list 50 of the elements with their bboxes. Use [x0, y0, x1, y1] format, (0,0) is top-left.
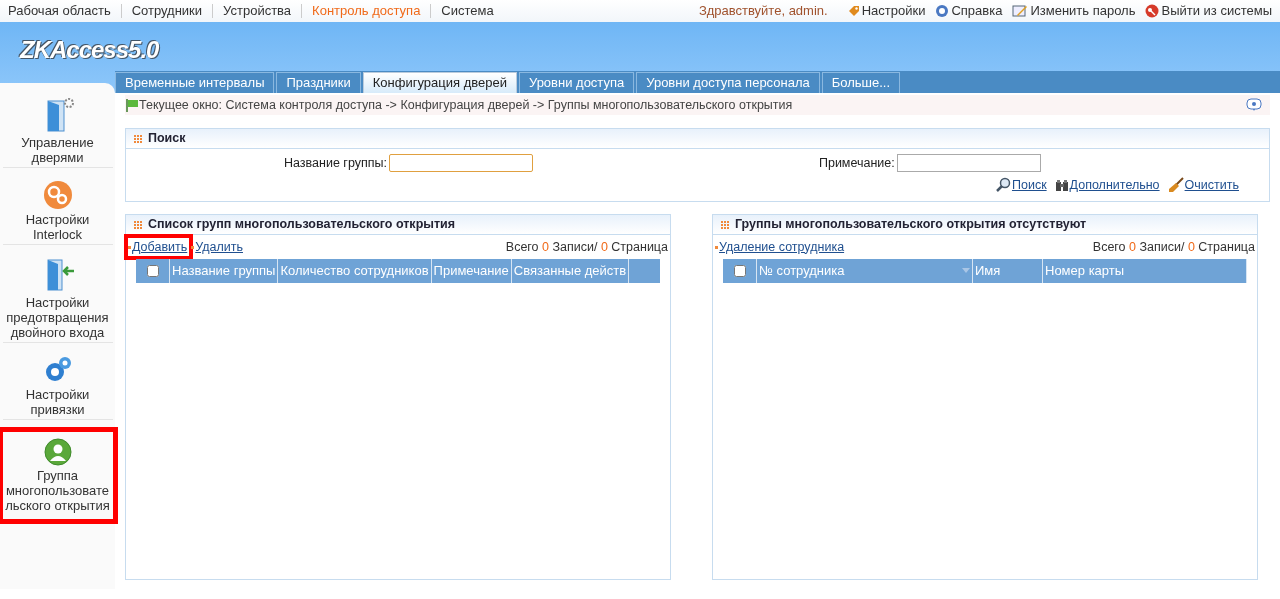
- sort-icon: [962, 268, 970, 274]
- input-field[interactable]: [388, 154, 533, 173]
- action-link[interactable]: Удалить: [191, 237, 243, 257]
- record-count: Всего 0 Записи/ 0 Страница: [505, 238, 668, 256]
- binoculars-icon: [1054, 178, 1069, 192]
- tab[interactable]: Временные интервалы: [115, 72, 275, 93]
- broom-icon: [1167, 177, 1184, 194]
- logo: ZKAccess5.0: [20, 35, 159, 65]
- grip-icon: [721, 220, 729, 229]
- menu-item[interactable]: Сотрудники: [127, 1, 207, 21]
- sidebar-item[interactable]: Настройки привязки: [2, 355, 113, 420]
- search-link[interactable]: Очистить: [1167, 175, 1239, 195]
- header-link[interactable]: Выйти из системы: [1145, 1, 1272, 21]
- sidebar-item[interactable]: Управление дверями: [2, 97, 113, 168]
- tab[interactable]: Конфигурация дверей: [362, 72, 517, 93]
- user-icon: [43, 438, 72, 466]
- sidebar-item[interactable]: Настройки предотвращения двойного входа: [2, 257, 113, 343]
- search-link[interactable]: Дополнительно: [1054, 175, 1160, 195]
- sidebar-item[interactable]: Настройки Interlock: [2, 180, 113, 245]
- header-link[interactable]: Изменить пароль: [1012, 1, 1136, 21]
- panel-title: Группы многопользовательского открытия отсутствуют: [735, 216, 1087, 234]
- record-count: Всего 0 Записи/ 0 Страница: [1092, 238, 1255, 256]
- flag-icon: [125, 98, 139, 112]
- menu-item[interactable]: Система: [437, 1, 498, 21]
- checkbox[interactable]: [146, 265, 159, 277]
- grip-icon: [134, 220, 142, 229]
- header-link[interactable]: Настройки: [847, 1, 926, 21]
- input-field[interactable]: [896, 154, 1041, 173]
- menu-item[interactable]: Рабочая область: [4, 1, 115, 21]
- sidebar-item[interactable]: Группа многопользовательского открытия: [2, 432, 113, 519]
- panel-title: Список групп многопользовательского открытия: [148, 216, 456, 234]
- tab[interactable]: Уровни доступа: [518, 72, 635, 93]
- tab[interactable]: Уровни доступа персонала: [636, 72, 820, 93]
- field-label: Название группы:: [284, 155, 387, 172]
- tag-icon: [847, 5, 860, 17]
- checkbox[interactable]: [733, 265, 746, 277]
- menu-item[interactable]: Устройства: [219, 1, 296, 21]
- pencil-icon: [1012, 4, 1029, 18]
- panel-title: Поиск: [148, 130, 186, 148]
- tab[interactable]: Больше...: [821, 72, 901, 93]
- field-label: Примечание:: [818, 155, 895, 172]
- header-link[interactable]: Справка: [935, 1, 1003, 21]
- action-link[interactable]: Удаление сотрудника: [715, 237, 845, 257]
- breadcrumb: Текущее окно: Система контроля доступа -> Конфигурация дверей -> Группы многопользовательского открытия: [139, 96, 794, 114]
- key-icon: [1145, 4, 1160, 18]
- search-icon: [994, 177, 1011, 194]
- search-link[interactable]: Поиск: [994, 175, 1047, 195]
- grip-icon: [134, 134, 142, 143]
- tab[interactable]: Праздники: [276, 72, 361, 93]
- greeting: Здравствуйте, admin.: [698, 2, 828, 21]
